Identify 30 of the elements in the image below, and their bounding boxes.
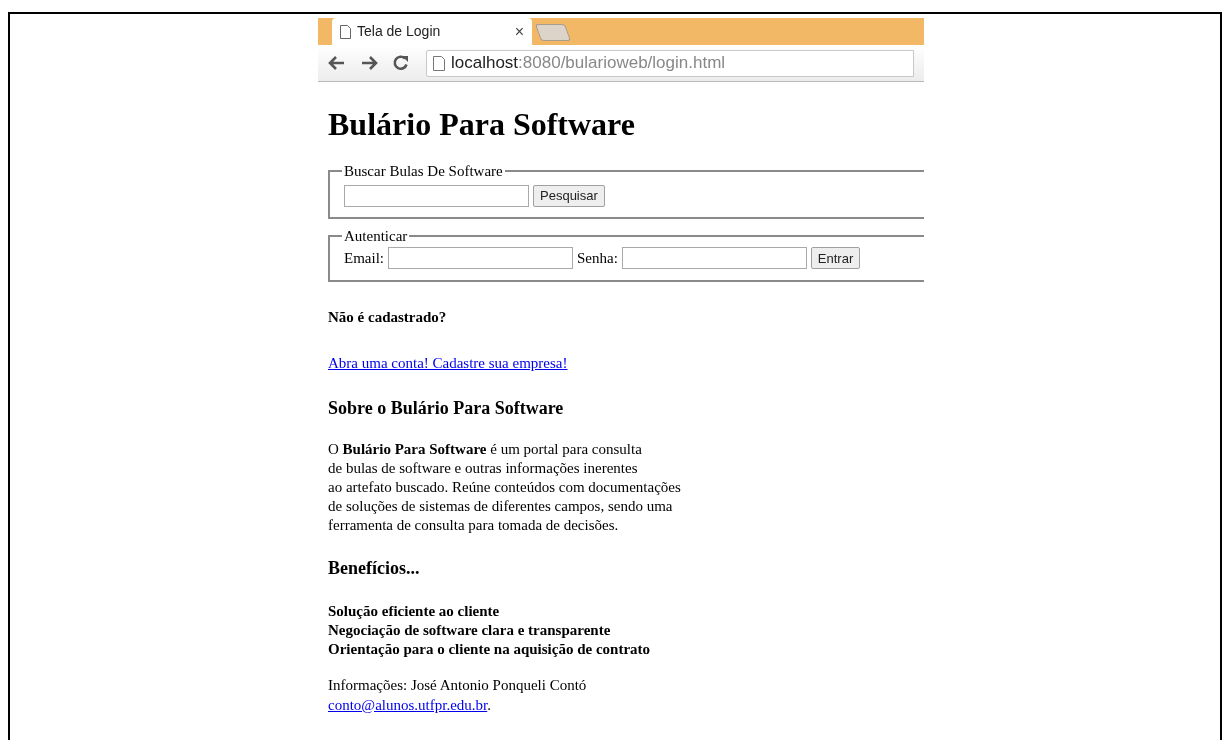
url-text: localhost:8080/bularioweb/login.html <box>451 52 726 75</box>
contact-paragraph: Informações: José Antonio Ponqueli Contó conto@alunos.utfpr.edu.br. <box>328 675 587 715</box>
address-bar[interactable]: localhost:8080/bularioweb/login.html <box>426 49 914 77</box>
new-tab-button[interactable] <box>534 24 572 41</box>
forward-icon[interactable] <box>360 55 378 71</box>
page-icon <box>340 24 351 39</box>
about-paragraph: O Bulário Para Software é um portal para consulta de bulas de software e outras informações inerentes ao artefato buscado. Reúne conteúdos com documentações de soluções de sistemas de diferentes campos, sendo uma ferramenta de consulta para tomada de decisões. <box>328 439 681 535</box>
field-label: Senha: <box>577 249 618 268</box>
reload-icon[interactable] <box>392 54 410 72</box>
group-legend: Autenticar <box>342 224 410 247</box>
search-button[interactable]: Pesquisar <box>533 184 605 207</box>
browser-tab[interactable]: Tela de Login × <box>332 18 532 45</box>
login-button[interactable]: Entrar <box>810 247 861 270</box>
signup-question: Não é cadastrado? <box>328 307 448 327</box>
email-field[interactable] <box>388 247 573 270</box>
field-label: Email: <box>344 249 384 268</box>
group-legend: Buscar Bulas De Software <box>342 160 505 183</box>
page-title: Bulário Para Software <box>328 106 636 142</box>
password-field[interactable] <box>621 247 807 270</box>
page-icon <box>433 55 445 71</box>
search-field[interactable] <box>344 184 529 207</box>
section-heading: Benefícios... <box>328 556 421 580</box>
signup-link[interactable]: Abra uma conta! Cadastre sua empresa! <box>328 352 568 375</box>
back-icon[interactable] <box>328 55 346 71</box>
benefit-text: Solução eficiente ao cliente <box>328 601 500 621</box>
section-heading: Sobre o Bulário Para Software <box>328 396 565 420</box>
tab-title: Tela de Login <box>357 22 442 41</box>
benefit-text: Orientação para o cliente na aquisição de contrato <box>328 639 651 659</box>
benefit-text: Negociação de software clara e transparente <box>328 620 611 640</box>
close-icon[interactable]: × <box>514 19 524 44</box>
